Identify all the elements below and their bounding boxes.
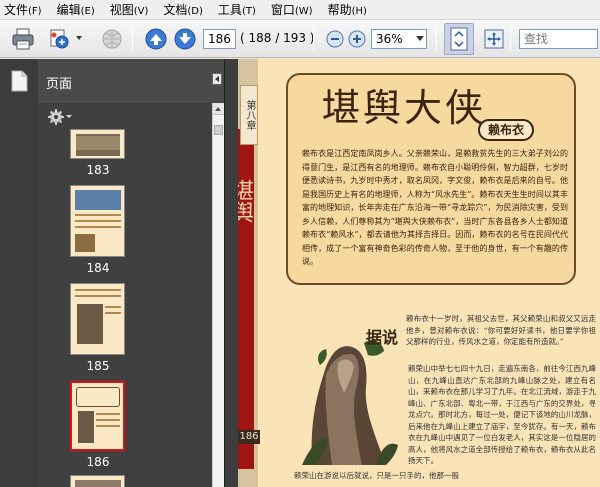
chapter-tab: 第八章	[240, 85, 258, 145]
title-box: 堪舆大侠 赖布衣 赖布衣是江西定南凤岗乡人。父亲赖荣山，是赖救贫先生的三大弟子刘…	[286, 73, 576, 285]
menu-help[interactable]: 帮助(H)	[328, 1, 367, 18]
body-text-top: 赖布衣十一岁时，其祖父去世，其父赖荣山和叔父又远走他乡，曾对赖布衣说：“你可要好…	[406, 314, 596, 346]
intro-paragraph: 赖布衣是江西定南凤岗乡人。父亲赖荣山，是赖救贫先生的三大弟子刘公的得意门生，是江…	[302, 149, 568, 266]
article-title: 堪舆大侠	[322, 86, 487, 130]
section-label: 据说	[366, 328, 399, 347]
share-button[interactable]	[46, 26, 72, 52]
pages-panel-header: 页面	[38, 59, 224, 103]
fit-page-button[interactable]	[444, 23, 474, 55]
zoom-select[interactable]: 36%	[371, 29, 427, 49]
zoom-in-button[interactable]	[344, 26, 370, 52]
pages-icon	[11, 70, 28, 92]
page-thumbnail[interactable]	[70, 283, 125, 355]
thumbnail-label: 185	[86, 359, 110, 373]
page-number-input[interactable]	[203, 29, 236, 49]
arrow-up-icon	[145, 28, 167, 50]
page-count-label: ( 188 / 193 )	[240, 31, 315, 45]
panel-divider[interactable]	[224, 59, 238, 487]
scroll-up-button[interactable]	[213, 103, 224, 115]
thumbnail-list: 183 184 185 186	[38, 103, 212, 487]
next-page-button[interactable]	[172, 26, 198, 52]
navigation-strip	[0, 59, 38, 487]
previous-page-button[interactable]	[143, 26, 169, 52]
menu-edit[interactable]: 编辑(E)	[57, 1, 95, 18]
arrow-down-icon	[174, 28, 196, 50]
panel-title: 页面	[46, 77, 73, 92]
name-badge: 赖布衣	[478, 119, 534, 141]
page-thumbnail-selected[interactable]	[70, 381, 125, 451]
chevron-down-icon[interactable]	[414, 30, 426, 48]
menu-bar: 文件(F) 编辑(E) 视图(V) 文档(D) 工具(T) 窗口(W) 帮助(H…	[0, 0, 600, 20]
fit-page-icon	[450, 27, 468, 51]
collapse-panel-button[interactable]	[212, 73, 222, 85]
thumbnail-label: 184	[86, 261, 110, 275]
globe-icon	[102, 29, 122, 49]
plus-icon	[348, 30, 366, 48]
menu-window[interactable]: 窗口(W)	[271, 1, 313, 18]
pages-panel-button[interactable]	[9, 69, 29, 96]
fit-width-button[interactable]	[481, 26, 507, 52]
document-view[interactable]: 第八章 堪舆 186 堪舆大侠 赖布衣 赖布衣是江西定南凤岗乡人。父亲赖荣山，是…	[238, 59, 600, 487]
print-button[interactable]	[10, 26, 36, 52]
thumbnail-label: 186	[86, 455, 110, 469]
page-thumbnail[interactable]	[70, 129, 125, 159]
fit-width-icon	[484, 29, 504, 49]
menu-view[interactable]: 视图(V)	[110, 1, 149, 18]
page-thumbnail[interactable]	[70, 185, 125, 257]
page-number: 186	[238, 430, 260, 444]
zoom-value: 36%	[376, 32, 403, 46]
collaborate-button[interactable]	[99, 26, 125, 52]
thumbnail-scrollbar[interactable]	[212, 103, 224, 487]
menu-file[interactable]: 文件(F)	[4, 1, 42, 18]
printer-icon	[12, 28, 34, 50]
share-dropdown-icon[interactable]	[76, 36, 82, 40]
search-input[interactable]	[519, 29, 598, 49]
spine-title: 堪舆	[238, 179, 253, 223]
toolbar: ( 188 / 193 ) 36%	[0, 20, 600, 58]
page-thumbnail[interactable]	[70, 475, 125, 487]
options-button[interactable]	[47, 108, 73, 126]
body-text-bottom: 赖荣山在游说以后就说，只是一只手的，他那一般	[294, 471, 459, 480]
gear-icon	[48, 109, 72, 125]
thumbnail-label: 183	[86, 163, 110, 177]
share-icon	[50, 29, 69, 49]
body-text: 赖荣山中举七七四十九日，走遍东南各，前往今江西九峰山，在九峰山直达广东北部的九峰…	[408, 364, 596, 465]
scrollbar-thumb[interactable]	[214, 125, 223, 135]
minus-icon	[326, 30, 344, 48]
menu-document[interactable]: 文档(D)	[163, 1, 203, 18]
menu-tools[interactable]: 工具(T)	[218, 1, 256, 18]
